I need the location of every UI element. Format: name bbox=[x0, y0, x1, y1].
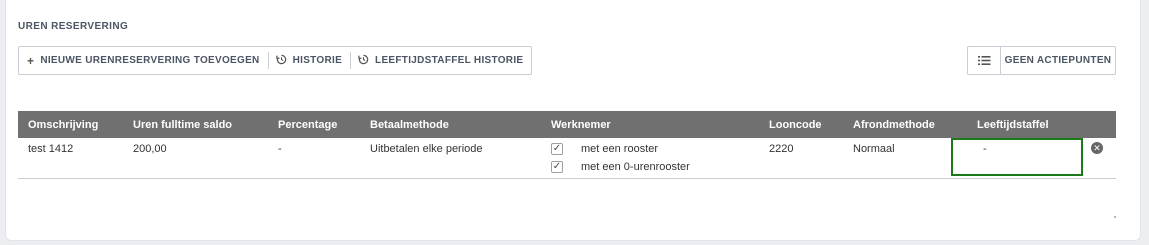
cell-omschrijving: test 1412 bbox=[28, 143, 74, 155]
col-leeftijdstaffel[interactable]: Leeftijdstaffel bbox=[967, 111, 1116, 138]
cell-looncode: 2220 bbox=[769, 143, 794, 155]
col-uren[interactable]: Uren fulltime saldo bbox=[123, 111, 268, 138]
section-title: UREN RESERVERING bbox=[18, 21, 129, 32]
action-points-button[interactable]: GEEN ACTIEPUNTEN bbox=[1001, 47, 1115, 74]
col-betaalmethode[interactable]: Betaalmethode bbox=[360, 111, 541, 138]
list-icon bbox=[977, 52, 991, 70]
cell-afrondmethode: Normaal bbox=[853, 143, 895, 155]
werknemer-option-rooster: ✓ met een rooster bbox=[551, 140, 759, 158]
werknemer-option-0-uren: ✓ met een 0-urenrooster bbox=[551, 158, 759, 176]
history-icon bbox=[275, 54, 287, 67]
plus-icon: + bbox=[27, 53, 35, 68]
checkbox-checked[interactable]: ✓ bbox=[551, 143, 563, 155]
resize-dot bbox=[1114, 216, 1116, 218]
history-icon bbox=[358, 54, 369, 67]
history-button[interactable]: HISTORIE bbox=[267, 47, 350, 74]
col-afrondmethode[interactable]: Afrondmethode bbox=[843, 111, 967, 138]
table-header-row: Omschrijving Uren fulltime saldo Percent… bbox=[18, 111, 1116, 138]
age-history-label: LEEFTIJDSTAFFEL HISTORIE bbox=[375, 55, 524, 66]
age-history-button[interactable]: LEEFTIJDSTAFFEL HISTORIE bbox=[350, 47, 531, 74]
add-reservation-label: NIEUWE URENRESERVERING TOEVOEGEN bbox=[40, 55, 260, 66]
cell-werknemer: ✓ met een rooster ✓ met een 0-urenrooste… bbox=[541, 138, 759, 178]
reservations-table: Omschrijving Uren fulltime saldo Percent… bbox=[18, 111, 1116, 179]
history-label: HISTORIE bbox=[292, 55, 343, 66]
remove-row-icon[interactable]: ✕ bbox=[1091, 142, 1103, 154]
col-werknemer[interactable]: Werknemer bbox=[541, 111, 759, 138]
cell-betaalmethode: Uitbetalen elke periode bbox=[370, 143, 483, 155]
list-menu-button[interactable] bbox=[968, 47, 1001, 74]
table-row[interactable]: test 1412 200,00 - Uitbetalen elke perio… bbox=[18, 138, 1116, 178]
col-looncode[interactable]: Looncode bbox=[759, 111, 843, 138]
col-omschrijving[interactable]: Omschrijving bbox=[18, 111, 123, 138]
cell-uren: 200,00 bbox=[133, 143, 167, 155]
add-reservation-button[interactable]: + NIEUWE URENRESERVERING TOEVOEGEN bbox=[19, 47, 268, 74]
cell-percentage: - bbox=[278, 143, 282, 155]
checkbox-checked[interactable]: ✓ bbox=[551, 161, 563, 173]
col-percentage[interactable]: Percentage bbox=[268, 111, 360, 138]
toolbar: + NIEUWE URENRESERVERING TOEVOEGEN HISTO… bbox=[18, 46, 533, 75]
werknemer-option-label: met een 0-urenrooster bbox=[581, 161, 690, 173]
action-points-group: GEEN ACTIEPUNTEN bbox=[967, 46, 1116, 75]
werknemer-option-label: met een rooster bbox=[581, 143, 659, 155]
